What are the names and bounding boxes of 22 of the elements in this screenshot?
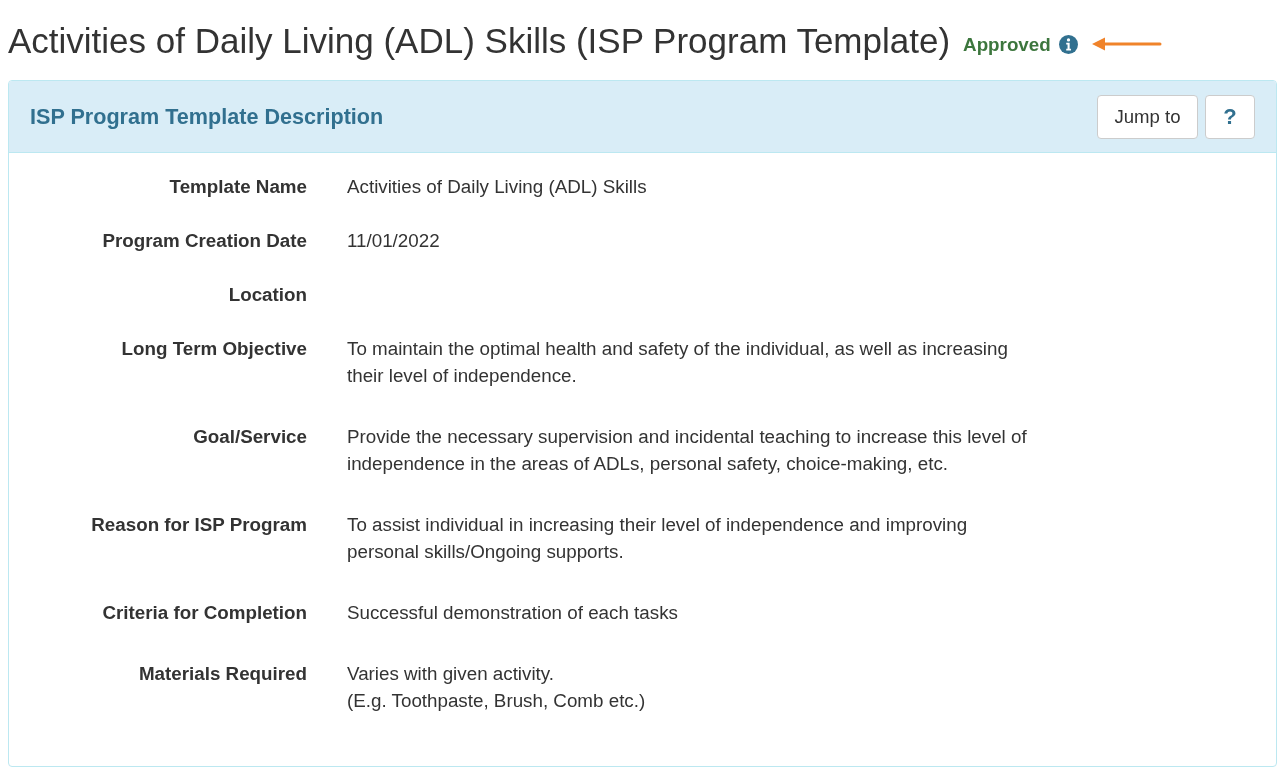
help-button[interactable]: ? — [1205, 94, 1255, 139]
jump-to-button[interactable]: Jump to — [1097, 94, 1198, 139]
field-label: Reason for ISP Program — [90, 513, 307, 537]
status-label: Approved — [963, 34, 1051, 56]
field-label: Location — [227, 283, 307, 307]
field-value: 11/01/2022 — [347, 229, 441, 253]
field-value: Provide the necessary supervision and incidental teaching to increase this level of independence in the areas of ADLs, personal safety, choice-making, etc. — [347, 425, 1028, 476]
left-arrow-icon — [1091, 36, 1162, 52]
field-label: Goal/Service — [192, 425, 307, 449]
field-label: Template Name — [168, 175, 307, 199]
field-value: Activities of Daily Living (ADL) Skills — [347, 175, 648, 199]
info-icon[interactable] — [1058, 34, 1078, 54]
field-value: Successful demonstration of each tasks — [347, 601, 679, 625]
panel-heading: ISP Program Template Description — [30, 103, 384, 130]
field-label: Materials Required — [137, 662, 307, 686]
field-value: Varies with given activity. (E.g. Toothpaste, Brush, Comb etc.) — [347, 662, 647, 713]
field-label: Long Term Objective — [120, 337, 307, 361]
field-value: To assist individual in increasing their level of independence and improving personal skills/Ongoing supports. — [347, 513, 969, 564]
field-label: Program Creation Date — [101, 229, 307, 253]
page-title: Activities of Daily Living (ADL) Skills (ISP Program Template) — [8, 20, 951, 62]
field-label: Criteria for Completion — [101, 601, 307, 625]
field-value: To maintain the optimal health and safety of the individual, as well as increasing their level of independence. — [347, 337, 1009, 388]
